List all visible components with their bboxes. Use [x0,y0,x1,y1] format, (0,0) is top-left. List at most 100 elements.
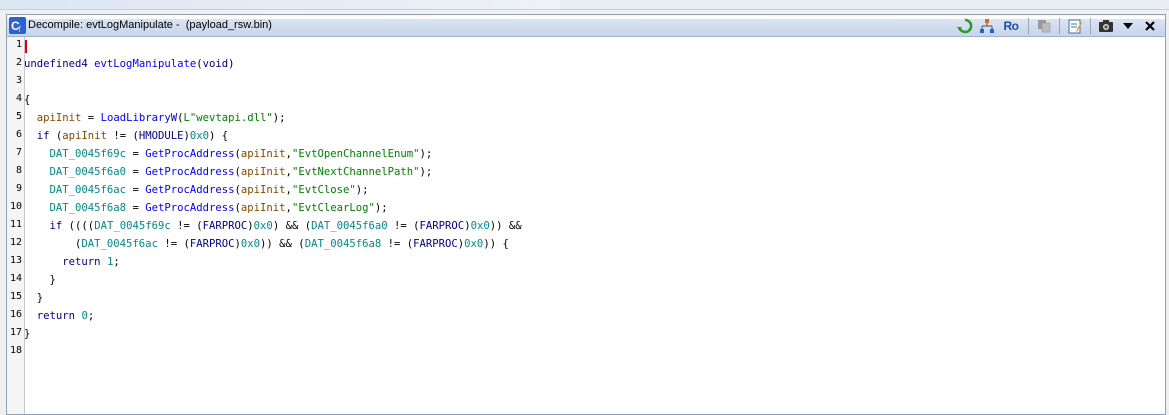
code-token[interactable]: { [24,94,30,106]
code-token[interactable]: FARPROC [413,238,458,250]
code-token[interactable]: = [126,202,145,214]
code-token[interactable] [24,310,37,322]
code-token[interactable]: if [50,220,63,232]
code-token[interactable]: apiInit [241,184,286,196]
code-token[interactable]: GetProcAddress [145,202,234,214]
code-line[interactable]: return 1; [24,253,119,271]
code-token[interactable]: DAT_0045f69c [94,220,171,232]
code-token[interactable]: FARPROC [420,220,465,232]
code-line[interactable]: if ((((DAT_0045f69c != (FARPROC)0x0) && … [24,217,522,235]
code-token[interactable]: ((( [62,220,88,232]
code-token[interactable]: LoadLibraryW [101,112,178,124]
code-token[interactable]: 0x0 [241,238,260,250]
code-token[interactable] [24,256,62,268]
code-token[interactable]: apiInit [62,130,107,142]
code-token[interactable]: "EvtOpenChannelEnum" [292,148,420,160]
title-bar[interactable]: C f Decompile: evtLogManipulate - (paylo… [7,15,1165,37]
code-token[interactable]: DAT_0045f6a8 [50,202,127,214]
code-line[interactable]: DAT_0045f6a8 = GetProcAddress(apiInit,"E… [24,199,388,217]
code-token[interactable]: ( [50,130,62,142]
code-token[interactable]: ) { [209,130,228,142]
code-token[interactable]: ) && ( [273,220,311,232]
code-line[interactable]: apiInit = LoadLibraryW(L"wevtapi.dll"); [24,109,286,127]
snapshot-icon[interactable] [1097,17,1115,35]
code-token[interactable]: )) { [483,238,509,250]
code-token[interactable]: evtLogManipulate [94,58,196,70]
code-token[interactable]: "EvtClearLog" [292,202,375,214]
code-token[interactable]: } [24,292,43,304]
code-token[interactable]: L"wevtapi.dll" [184,112,273,124]
code-line[interactable]: DAT_0045f69c = GetProcAddress(apiInit,"E… [24,145,433,163]
code-line[interactable]: return 0; [24,307,94,325]
refresh-icon[interactable] [956,17,974,35]
code-token[interactable]: "EvtClose" [292,184,356,196]
code-token[interactable] [24,220,50,232]
code-line[interactable]: } [24,271,56,289]
code-token[interactable]: apiInit [241,166,286,178]
code-token[interactable] [24,202,50,214]
code-token[interactable] [24,148,50,160]
code-token[interactable]: "EvtNextChannelPath" [292,166,420,178]
code-token[interactable]: DAT_0045f6a0 [50,166,127,178]
code-token[interactable]: )) && ( [260,238,305,250]
code-line[interactable]: DAT_0045f6ac = GetProcAddress(apiInit,"E… [24,181,369,199]
code-token[interactable]: undefined4 [24,58,88,70]
code-token[interactable]: FARPROC [190,238,235,250]
code-token[interactable]: 0x0 [464,238,483,250]
edit-icon[interactable] [1066,17,1084,35]
code-token[interactable]: != ( [107,130,139,142]
close-icon[interactable] [1141,17,1159,35]
code-token[interactable]: DAT_0045f69c [50,148,127,160]
code-token[interactable]: apiInit [241,202,286,214]
code-line[interactable]: } [24,325,30,343]
code-line[interactable]: if (apiInit != (HMODULE)0x0) { [24,127,228,145]
code-token[interactable]: = [126,166,145,178]
code-token[interactable]: return [37,310,75,322]
code-token[interactable]: ); [420,148,433,160]
code-token[interactable]: != ( [388,220,420,232]
code-token[interactable]: )) && [490,220,522,232]
code-token[interactable]: DAT_0045f6a8 [305,238,382,250]
code-token[interactable]: ; [88,310,94,322]
code-token[interactable]: != ( [158,238,190,250]
code-token[interactable]: GetProcAddress [145,148,234,160]
code-token[interactable]: } [24,328,30,340]
code-line[interactable]: (DAT_0045f6ac != (FARPROC)0x0)) && (DAT_… [24,235,509,253]
code-token[interactable]: != ( [171,220,203,232]
code-area[interactable]: undefined4 evtLogManipulate(void){ apiIn… [24,37,1165,414]
code-token[interactable]: } [24,274,56,286]
code-token[interactable]: return [62,256,100,268]
code-token[interactable]: HMODULE [139,130,184,142]
code-token[interactable]: ) [228,58,234,70]
code-token[interactable]: = [126,184,145,196]
code-token[interactable]: FARPROC [203,220,248,232]
code-token[interactable]: apiInit [37,112,82,124]
code-token[interactable]: 0x0 [471,220,490,232]
code-line[interactable]: { [24,91,30,109]
copy-icon[interactable] [1035,17,1053,35]
code-token[interactable]: 0x0 [190,130,209,142]
code-token[interactable]: DAT_0045f6ac [50,184,127,196]
code-token[interactable]: 0x0 [254,220,273,232]
code-line[interactable]: DAT_0045f6a0 = GetProcAddress(apiInit,"E… [24,163,433,181]
code-line[interactable]: } [24,289,43,307]
code-token[interactable]: ); [273,112,286,124]
code-token[interactable]: apiInit [241,148,286,160]
code-token[interactable]: DAT_0045f6a0 [311,220,388,232]
code-token[interactable] [24,112,37,124]
code-token[interactable]: = [126,148,145,160]
code-token[interactable] [24,166,50,178]
code-token[interactable]: ); [356,184,369,196]
code-token[interactable]: if [37,130,50,142]
code-token[interactable]: ); [375,202,388,214]
chevron-down-icon[interactable] [1119,17,1137,35]
code-token[interactable] [24,184,50,196]
code-token[interactable]: ( [24,238,81,250]
code-token[interactable]: = [81,112,100,124]
function-graph-icon[interactable] [978,17,996,35]
code-token[interactable]: ; [113,256,119,268]
code-token[interactable]: ); [420,166,433,178]
code-token[interactable]: GetProcAddress [145,184,234,196]
code-token[interactable]: != ( [381,238,414,250]
read-only-toggle[interactable]: Ro [1000,17,1022,35]
